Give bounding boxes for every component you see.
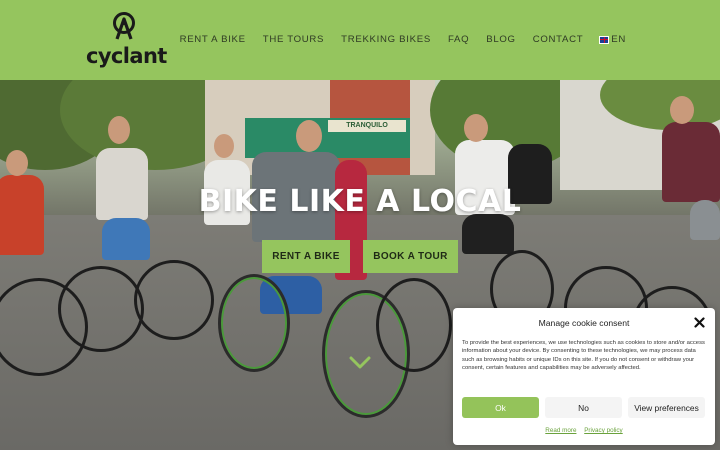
close-icon[interactable] [694, 317, 705, 328]
cookie-ok-button[interactable]: Ok [462, 397, 539, 418]
cyclant-logo-icon [113, 12, 135, 40]
read-more-link[interactable]: Read more [545, 427, 576, 434]
uk-flag-icon [599, 35, 610, 44]
nav-blog[interactable]: BLOG [486, 34, 515, 45]
site-logo[interactable]: cyclant [84, 11, 167, 69]
site-header: cyclant RENT A BIKE THE TOURS TREKKING B… [0, 0, 720, 80]
cookie-no-button[interactable]: No [545, 397, 622, 418]
nav-trekking-bikes[interactable]: TREKKING BIKES [341, 34, 431, 45]
cyclist-head [6, 150, 28, 176]
cyclist-head [296, 120, 322, 152]
cyclist-head [670, 96, 694, 124]
language-label: EN [611, 34, 626, 45]
cyclist-head [214, 134, 234, 158]
cookie-links: Read more Privacy policy [453, 427, 715, 434]
scroll-down-chevron-icon[interactable] [349, 356, 371, 370]
language-switcher[interactable]: EN [599, 34, 626, 45]
rent-a-bike-button[interactable]: RENT A BIKE [262, 240, 350, 273]
nav-contact[interactable]: CONTACT [533, 34, 584, 45]
cyclist [462, 214, 514, 254]
hero-title: BIKE LIKE A LOCAL [198, 184, 522, 219]
nav-faq[interactable]: FAQ [448, 34, 469, 45]
nav-the-tours[interactable]: THE TOURS [263, 34, 324, 45]
cookie-consent-dialog: Manage cookie consent To provide the bes… [453, 308, 715, 445]
bike-wheel [58, 266, 144, 352]
privacy-policy-link[interactable]: Privacy policy [584, 427, 623, 434]
cookie-preferences-button[interactable]: View preferences [628, 397, 705, 418]
main-nav: RENT A BIKE THE TOURS TREKKING BIKES FAQ… [163, 34, 626, 45]
cyclist [102, 218, 150, 260]
bike-wheel [134, 260, 214, 340]
book-a-tour-button[interactable]: BOOK A TOUR [363, 240, 458, 273]
cyclist-head [464, 114, 488, 142]
bike-wheel [376, 278, 452, 372]
cookie-description: To provide the best experiences, we use … [462, 340, 705, 372]
cyclist-head [108, 116, 130, 144]
cookie-title: Manage cookie consent [538, 318, 630, 328]
shop-sign: TRANQUILO [328, 120, 406, 132]
brand-name: cyclant [86, 44, 167, 68]
bike-wheel [218, 274, 290, 372]
nav-rent-a-bike[interactable]: RENT A BIKE [180, 34, 246, 45]
